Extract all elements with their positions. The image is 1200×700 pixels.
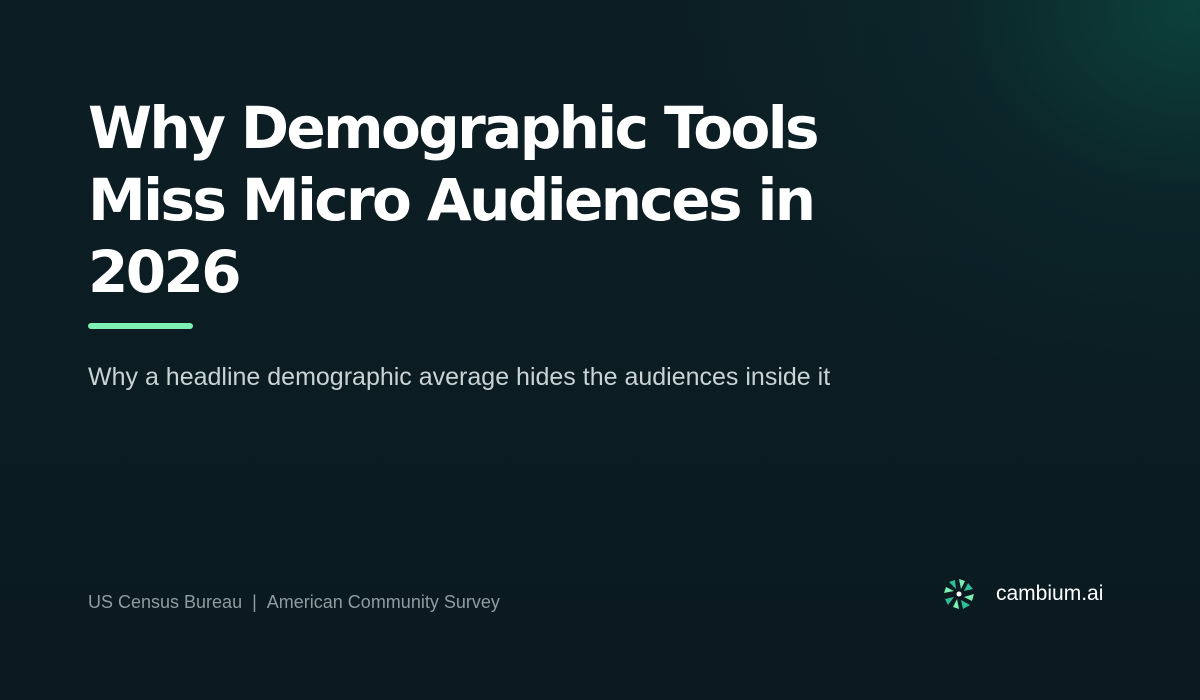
slide-subtitle: Why a headline demographic average hides… xyxy=(88,363,831,391)
slide-title: Why Demographic Tools Miss Micro Audienc… xyxy=(88,94,820,306)
source-primary: US Census Bureau xyxy=(88,592,243,612)
brand-lockup: cambium.ai xyxy=(942,576,1103,612)
source-secondary: American Community Survey xyxy=(266,592,500,612)
brand-name: cambium.ai xyxy=(996,582,1104,605)
source-attribution: US Census Bureau | American Community Surv… xyxy=(88,590,500,614)
accent-bar xyxy=(88,323,193,329)
cambium-logo-icon xyxy=(944,579,974,609)
source-separator: | xyxy=(252,592,257,612)
slide-canvas: Why Demographic Tools Miss Micro Audienc… xyxy=(0,0,1200,700)
